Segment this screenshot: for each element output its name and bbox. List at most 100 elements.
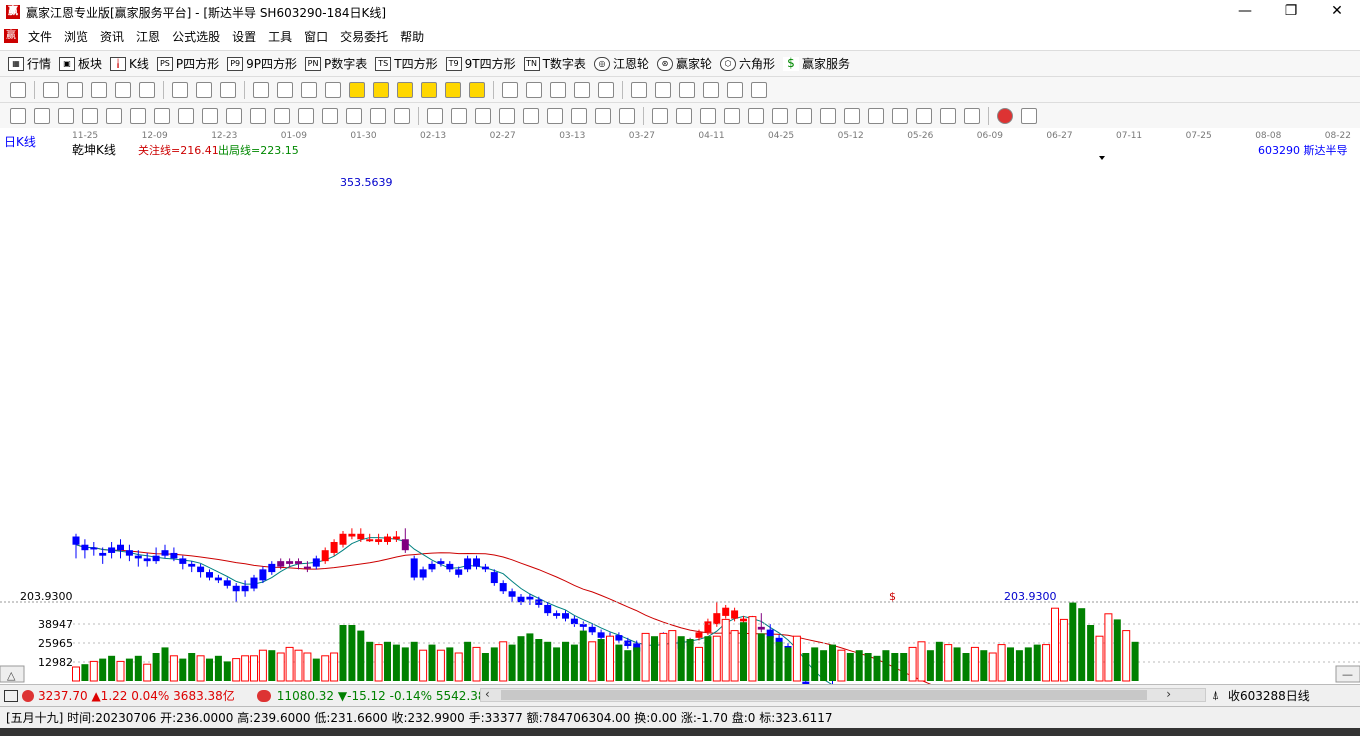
diamond-6-icon[interactable] <box>469 81 485 98</box>
close-line-label[interactable]: 收603288日线 <box>1228 687 1310 704</box>
tool-c-icon[interactable] <box>274 107 290 124</box>
sectors-button[interactable]: ▣ 板块 <box>59 55 102 72</box>
t-square-button[interactable]: TS T四方形 <box>375 55 438 72</box>
candle-body[interactable] <box>108 547 116 553</box>
tool-i-icon[interactable] <box>427 107 443 124</box>
zoom-icon[interactable] <box>196 81 212 98</box>
candle-body[interactable] <box>517 596 525 603</box>
hexagon-button[interactable]: ⬡ 六角形 <box>719 55 775 72</box>
candle-body[interactable] <box>597 632 605 638</box>
kline-chart-area[interactable]: 11-25 12-09 12-23 01-09 01-30 02-13 02-27 03-13… <box>0 128 1360 726</box>
close-button[interactable]: ✕ <box>1314 0 1360 24</box>
p-number-table-button[interactable]: PN P数字表 <box>305 55 367 72</box>
tool-r-icon[interactable] <box>652 107 668 124</box>
horizontal-scrollbar[interactable]: ‹ › <box>480 687 1206 702</box>
tool-w-icon[interactable] <box>796 107 812 124</box>
menu-tools[interactable]: 工具 <box>262 28 298 45</box>
candle-body[interactable] <box>348 533 356 537</box>
candle-body[interactable] <box>179 558 187 564</box>
pen-icon[interactable] <box>10 107 26 124</box>
tool-o-icon[interactable] <box>571 107 587 124</box>
gann-fan-6-icon[interactable] <box>178 107 194 124</box>
menu-settings[interactable]: 设置 <box>226 28 262 45</box>
candle-body[interactable] <box>553 613 561 616</box>
candle-body[interactable] <box>161 550 169 556</box>
table-icon[interactable] <box>655 81 671 98</box>
diamond-2-icon[interactable] <box>373 81 389 98</box>
candle-body[interactable] <box>499 583 507 592</box>
infinity-icon[interactable] <box>1021 107 1037 124</box>
tool-aa-icon[interactable] <box>892 107 908 124</box>
dropdown-icon[interactable] <box>139 81 155 98</box>
minimize-button[interactable]: — <box>1222 0 1268 24</box>
candle-body[interactable] <box>722 607 730 616</box>
report-icon[interactable] <box>679 81 695 98</box>
chart-type-icon[interactable] <box>91 81 107 98</box>
candle-body[interactable] <box>446 563 454 570</box>
gann-fan-2-icon[interactable] <box>82 107 98 124</box>
candle-body[interactable] <box>757 626 765 630</box>
flag-icon[interactable] <box>220 81 236 98</box>
scroll-right-icon[interactable]: › <box>1166 687 1171 701</box>
tool-y-icon[interactable] <box>844 107 860 124</box>
candle-body[interactable] <box>81 544 89 551</box>
candle-body[interactable] <box>312 558 320 567</box>
last-icon[interactable] <box>277 81 293 98</box>
menu-logo-icon[interactable]: 赢 <box>4 29 18 43</box>
menu-window[interactable]: 窗口 <box>298 28 334 45</box>
tool-p-icon[interactable] <box>595 107 611 124</box>
winner-service-button[interactable]: $ 赢家服务 <box>782 55 850 72</box>
globe-icon[interactable] <box>997 107 1013 124</box>
gann-wheel-button[interactable]: ◎ 江恩轮 <box>593 55 649 72</box>
prev-icon[interactable] <box>301 81 317 98</box>
tool-dd-icon[interactable] <box>964 107 980 124</box>
tool-j-icon[interactable] <box>451 107 467 124</box>
circle-tool-icon[interactable] <box>202 107 218 124</box>
candle-body[interactable] <box>624 640 632 647</box>
winner-wheel-button[interactable]: ⊛ 赢家轮 <box>656 55 712 72</box>
candle-body[interactable] <box>303 566 311 569</box>
menu-file[interactable]: 文件 <box>22 28 58 45</box>
first-icon[interactable] <box>253 81 269 98</box>
candle-body[interactable] <box>330 541 338 553</box>
candle-body[interactable] <box>570 618 578 625</box>
menu-info[interactable]: 资讯 <box>94 28 130 45</box>
tool-1-icon[interactable] <box>550 81 566 98</box>
candle-body[interactable] <box>384 536 391 542</box>
candle-body[interactable] <box>295 561 302 564</box>
menu-trade[interactable]: 交易委托 <box>334 28 394 45</box>
candle-body[interactable] <box>152 555 160 562</box>
gann-fan-1-icon[interactable] <box>58 107 74 124</box>
candle-body[interactable] <box>481 566 489 570</box>
candle-body[interactable] <box>268 563 276 573</box>
percent-icon[interactable] <box>700 107 716 124</box>
candle-body[interactable] <box>259 569 267 581</box>
tool-m-icon[interactable] <box>523 107 539 124</box>
candle-body[interactable] <box>72 536 80 545</box>
grid-icon[interactable] <box>4 689 18 702</box>
candle-body[interactable] <box>214 577 222 581</box>
tool-t-icon[interactable] <box>724 107 740 124</box>
candle-body[interactable] <box>117 544 124 551</box>
tool-b-icon[interactable] <box>250 107 266 124</box>
candle-body[interactable] <box>579 624 587 627</box>
document-icon[interactable] <box>67 81 83 98</box>
layout-icon[interactable] <box>10 81 26 98</box>
candle-body[interactable] <box>455 569 463 575</box>
candle-body[interactable] <box>410 558 418 578</box>
diamond-3-icon[interactable] <box>397 81 413 98</box>
candle-body[interactable] <box>134 555 142 559</box>
kline-button[interactable]: ╽ K线 <box>110 55 149 72</box>
candle-body[interactable] <box>428 563 436 570</box>
tool-s-icon[interactable] <box>676 107 692 124</box>
candle-body[interactable] <box>286 561 294 564</box>
tool-q-icon[interactable] <box>619 107 635 124</box>
menu-help[interactable]: 帮助 <box>394 28 430 45</box>
tool-e-icon[interactable] <box>322 107 338 124</box>
candle-body[interactable] <box>473 558 480 567</box>
candle-body[interactable] <box>392 536 400 540</box>
tool-z-icon[interactable] <box>868 107 884 124</box>
candle-body[interactable] <box>464 558 472 570</box>
gann-fan-4-icon[interactable] <box>130 107 146 124</box>
candle-body[interactable] <box>731 610 739 619</box>
